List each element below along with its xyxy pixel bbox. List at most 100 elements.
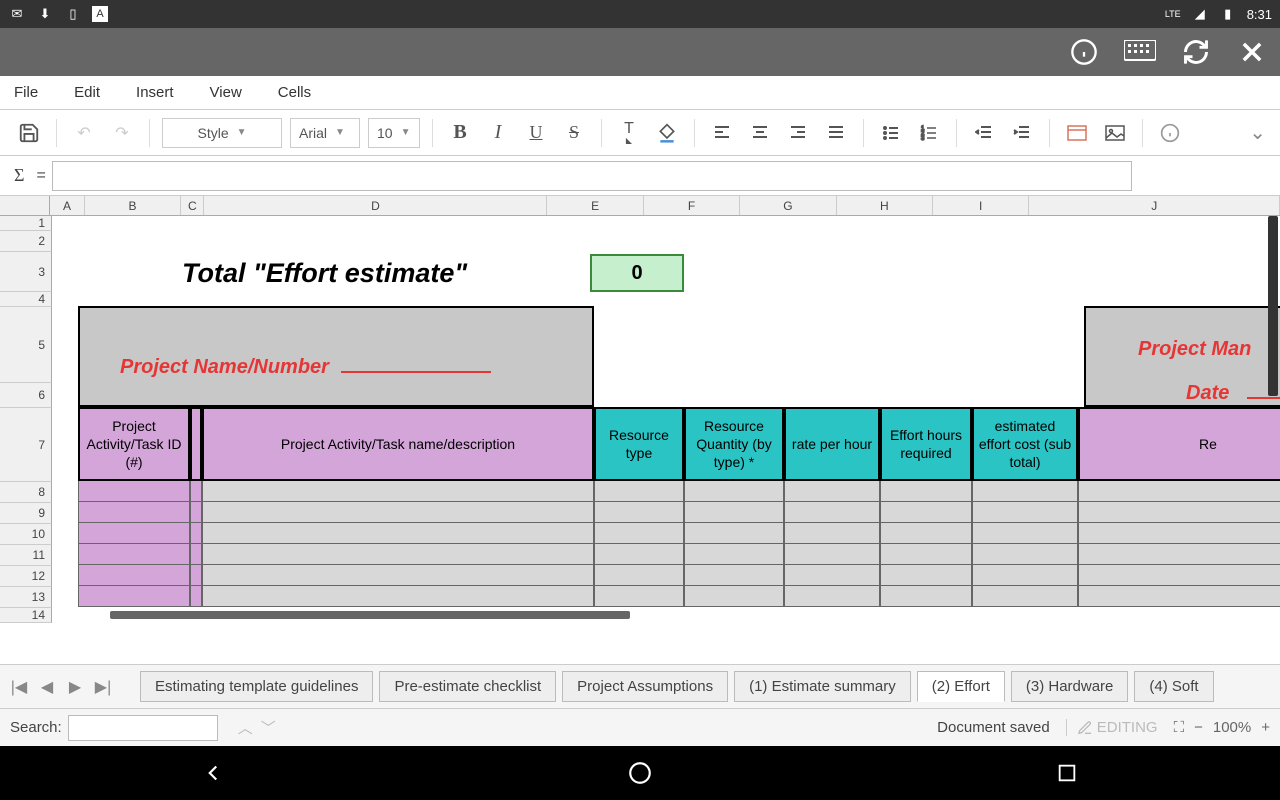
row-header-3[interactable]: 3 bbox=[0, 252, 52, 292]
table-row[interactable] bbox=[78, 586, 1280, 607]
row-header-8[interactable]: 8 bbox=[0, 482, 52, 503]
cell[interactable] bbox=[1078, 586, 1280, 607]
cell[interactable] bbox=[78, 565, 190, 586]
table-header[interactable]: Project Activity/Task ID (#) bbox=[78, 407, 190, 481]
cell[interactable] bbox=[684, 523, 784, 544]
outdent-button[interactable] bbox=[969, 118, 999, 148]
row-header-2[interactable]: 2 bbox=[0, 231, 52, 252]
insert-image-button[interactable] bbox=[1100, 118, 1130, 148]
search-input[interactable] bbox=[68, 715, 218, 741]
sheet-tab[interactable]: Pre-estimate checklist bbox=[379, 671, 556, 702]
cell[interactable] bbox=[202, 481, 594, 502]
cell[interactable] bbox=[784, 544, 880, 565]
row-header-6[interactable]: 6 bbox=[0, 383, 52, 408]
tab-next-button[interactable]: ▶ bbox=[64, 672, 86, 702]
cell[interactable] bbox=[684, 565, 784, 586]
row-header-7[interactable]: 7 bbox=[0, 408, 52, 482]
redo-button[interactable]: ↷ bbox=[107, 118, 137, 148]
cell[interactable] bbox=[1078, 481, 1280, 502]
keyboard-icon[interactable] bbox=[1124, 36, 1156, 68]
cell[interactable] bbox=[190, 502, 202, 523]
table-header[interactable]: Project Activity/Task name/description bbox=[202, 407, 594, 481]
cell[interactable] bbox=[1078, 502, 1280, 523]
column-header-A[interactable]: A bbox=[50, 196, 85, 215]
font-select[interactable]: Arial▼ bbox=[290, 118, 360, 148]
close-icon[interactable] bbox=[1236, 36, 1268, 68]
table-header[interactable] bbox=[190, 407, 202, 481]
edit-mode-badge[interactable]: EDITING bbox=[1066, 719, 1158, 736]
column-header-E[interactable]: E bbox=[547, 196, 643, 215]
menu-cells[interactable]: Cells bbox=[278, 84, 311, 101]
cell[interactable] bbox=[202, 523, 594, 544]
menu-insert[interactable]: Insert bbox=[136, 84, 174, 101]
cell[interactable] bbox=[880, 565, 972, 586]
table-header[interactable]: Resource type bbox=[594, 407, 684, 481]
search-prev-button[interactable]: ︿ bbox=[238, 717, 253, 738]
cell[interactable] bbox=[190, 565, 202, 586]
table-header[interactable]: Effort hours required bbox=[880, 407, 972, 481]
zoom-out-button[interactable]: − bbox=[1194, 719, 1203, 736]
column-header-I[interactable]: I bbox=[933, 196, 1029, 215]
sigma-icon[interactable]: Σ bbox=[8, 165, 30, 186]
menu-file[interactable]: File bbox=[14, 84, 38, 101]
cell[interactable] bbox=[784, 502, 880, 523]
font-color-button[interactable]: T◣ bbox=[614, 118, 644, 148]
formula-input[interactable] bbox=[52, 161, 1132, 191]
cell[interactable] bbox=[684, 481, 784, 502]
row-header-11[interactable]: 11 bbox=[0, 545, 52, 566]
cell[interactable] bbox=[972, 481, 1078, 502]
row-header-5[interactable]: 5 bbox=[0, 307, 52, 383]
row-header-1[interactable]: 1 bbox=[0, 216, 52, 231]
column-header-D[interactable]: D bbox=[204, 196, 547, 215]
insert-table-button[interactable] bbox=[1062, 118, 1092, 148]
table-header[interactable]: estimated effort cost (sub total) bbox=[972, 407, 1078, 481]
back-button[interactable] bbox=[197, 757, 229, 789]
crop-icon[interactable]: ⛶ bbox=[1174, 719, 1185, 736]
strikethrough-button[interactable]: S bbox=[559, 118, 589, 148]
align-right-button[interactable] bbox=[783, 118, 813, 148]
cell[interactable] bbox=[784, 523, 880, 544]
info-icon[interactable] bbox=[1068, 36, 1100, 68]
cell[interactable] bbox=[202, 502, 594, 523]
cell[interactable] bbox=[1078, 523, 1280, 544]
table-header[interactable]: Re bbox=[1078, 407, 1280, 481]
column-header-G[interactable]: G bbox=[740, 196, 836, 215]
undo-button[interactable]: ↶ bbox=[69, 118, 99, 148]
sheet-tab[interactable]: Estimating template guidelines bbox=[140, 671, 373, 702]
menu-edit[interactable]: Edit bbox=[74, 84, 100, 101]
home-button[interactable] bbox=[624, 757, 656, 789]
cell[interactable] bbox=[78, 502, 190, 523]
table-row[interactable] bbox=[78, 523, 1280, 544]
underline-button[interactable]: U bbox=[521, 118, 551, 148]
spreadsheet-grid[interactable]: ABCDEFGHIJ 1234567891011121314 Total "Ef… bbox=[0, 196, 1280, 664]
number-list-button[interactable]: 123 bbox=[914, 118, 944, 148]
cell[interactable] bbox=[684, 544, 784, 565]
cell[interactable] bbox=[972, 586, 1078, 607]
row-header-9[interactable]: 9 bbox=[0, 503, 52, 524]
cell[interactable] bbox=[202, 544, 594, 565]
cell[interactable] bbox=[190, 481, 202, 502]
row-header-13[interactable]: 13 bbox=[0, 587, 52, 608]
bullet-list-button[interactable] bbox=[876, 118, 906, 148]
vertical-scrollbar[interactable] bbox=[1268, 216, 1278, 396]
cell[interactable] bbox=[190, 586, 202, 607]
tab-first-button[interactable]: |◀ bbox=[8, 672, 30, 702]
row-header-12[interactable]: 12 bbox=[0, 566, 52, 587]
row-header-14[interactable]: 14 bbox=[0, 608, 52, 623]
help-icon[interactable] bbox=[1155, 118, 1185, 148]
sheet-tab[interactable]: (4) Soft bbox=[1134, 671, 1213, 702]
zoom-in-button[interactable]: + bbox=[1261, 719, 1270, 736]
cell[interactable] bbox=[1078, 544, 1280, 565]
column-header-J[interactable]: J bbox=[1029, 196, 1280, 215]
cell[interactable] bbox=[880, 544, 972, 565]
cell[interactable] bbox=[972, 502, 1078, 523]
align-left-button[interactable] bbox=[707, 118, 737, 148]
cell[interactable] bbox=[972, 565, 1078, 586]
column-header-F[interactable]: F bbox=[644, 196, 740, 215]
save-icon[interactable] bbox=[14, 118, 44, 148]
cell[interactable] bbox=[594, 565, 684, 586]
cell[interactable] bbox=[202, 565, 594, 586]
table-row[interactable] bbox=[78, 481, 1280, 502]
align-center-button[interactable] bbox=[745, 118, 775, 148]
italic-button[interactable]: I bbox=[483, 118, 513, 148]
